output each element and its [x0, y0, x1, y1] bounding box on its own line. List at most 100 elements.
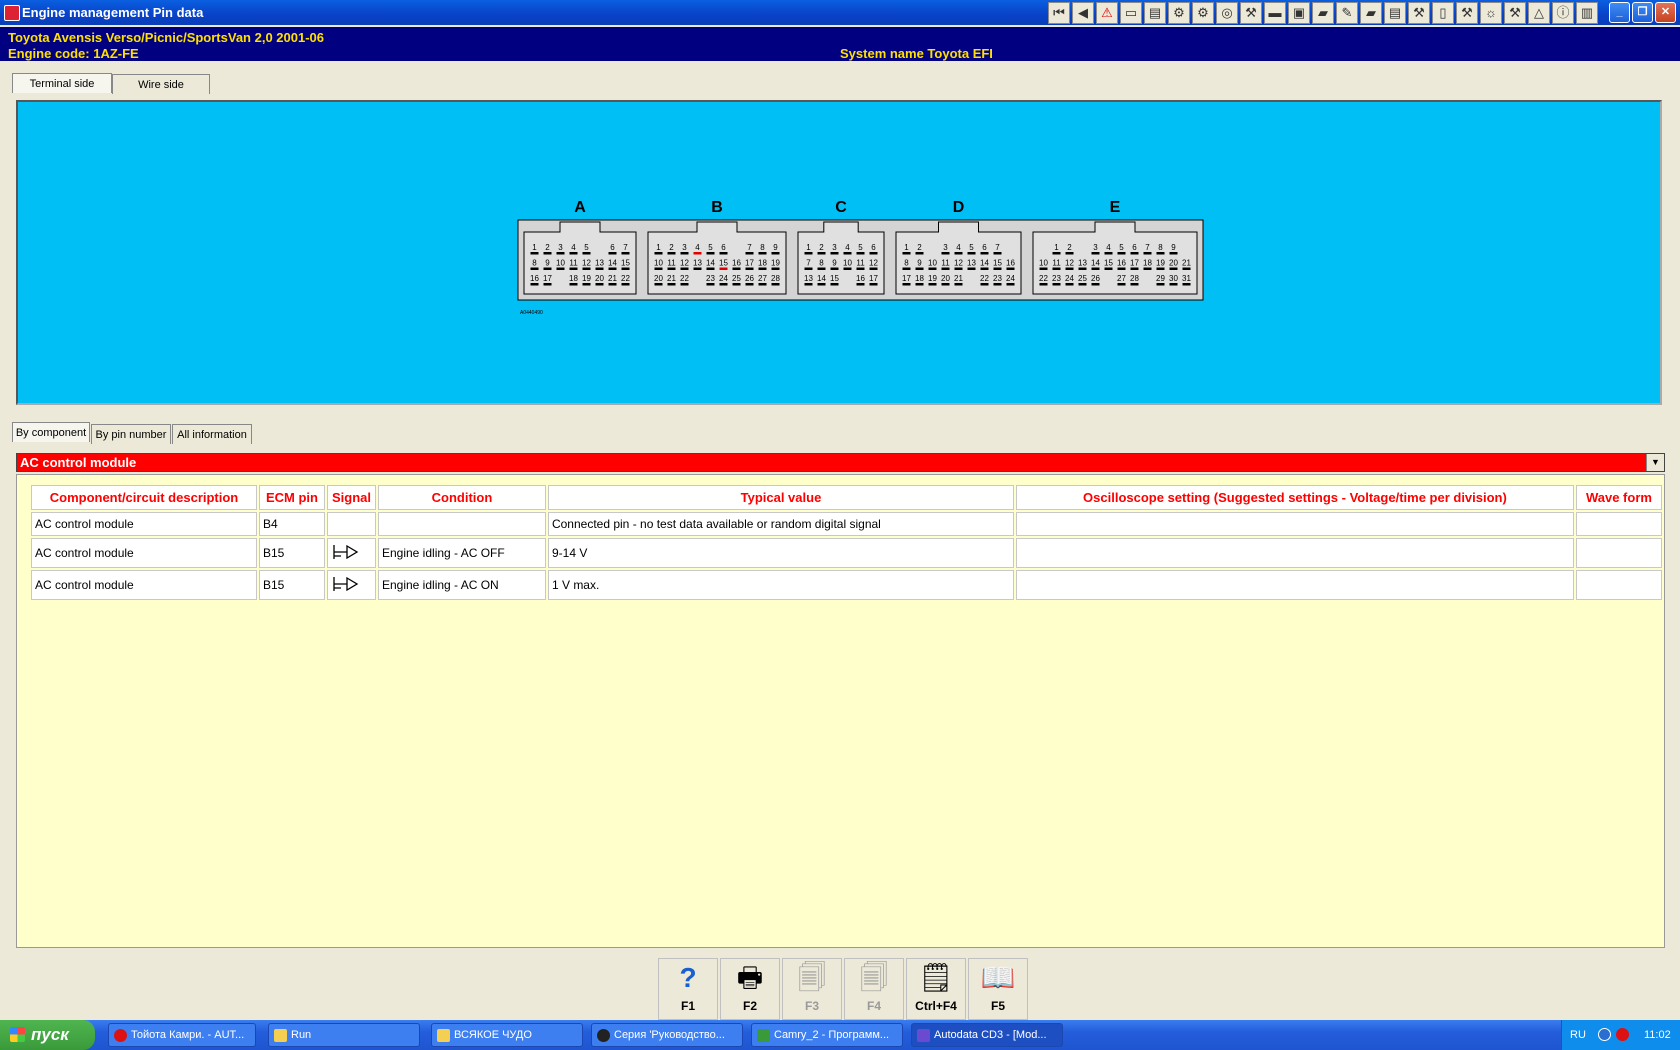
task-opera[interactable]: Тойота Камри. - AUT...	[108, 1023, 256, 1047]
pin[interactable]	[654, 283, 663, 286]
chevron-down-icon[interactable]: ▼	[1646, 454, 1664, 471]
pin[interactable]	[745, 267, 754, 271]
pin[interactable]	[1169, 252, 1178, 255]
fuse-icon[interactable]: ▯	[1432, 2, 1454, 24]
pin[interactable]	[771, 252, 780, 255]
pin[interactable]	[1169, 267, 1178, 271]
pin[interactable]	[654, 267, 663, 271]
pin[interactable]	[967, 252, 976, 255]
pin[interactable]	[915, 252, 924, 255]
tab-by-component[interactable]: By component	[12, 422, 90, 442]
pin[interactable]	[667, 267, 676, 271]
task-folder[interactable]: ВСЯКОЕ ЧУДО	[431, 1023, 583, 1047]
minimize-button[interactable]: _	[1609, 2, 1630, 23]
pin[interactable]	[582, 283, 591, 286]
car-icon[interactable]: ▰	[1360, 2, 1382, 24]
pin[interactable]	[1169, 283, 1178, 286]
close-button[interactable]: ✕	[1655, 2, 1676, 23]
pin[interactable]	[817, 283, 826, 286]
pin[interactable]	[680, 283, 689, 286]
tab-terminal-side[interactable]: Terminal side	[12, 73, 112, 93]
pin[interactable]	[680, 267, 689, 271]
pin[interactable]	[543, 252, 552, 255]
lamp-icon[interactable]: ☼	[1480, 2, 1502, 24]
pin[interactable]	[1143, 267, 1152, 271]
pin[interactable]	[856, 252, 865, 255]
car-icon[interactable]: ▰	[1312, 2, 1334, 24]
pin[interactable]	[582, 267, 591, 271]
pin[interactable]	[915, 267, 924, 271]
task-djvu[interactable]: Серия 'Руководство...	[591, 1023, 743, 1047]
info-icon[interactable]: ⓘ	[1552, 2, 1574, 24]
opera-tray-icon[interactable]	[1616, 1028, 1629, 1041]
pin[interactable]	[556, 252, 565, 255]
pin[interactable]	[621, 252, 630, 255]
pin[interactable]	[706, 267, 715, 271]
pin[interactable]	[804, 267, 813, 271]
document-icon[interactable]: ▤	[1384, 2, 1406, 24]
pin[interactable]	[543, 283, 552, 286]
pin[interactable]	[654, 252, 663, 255]
save-icon[interactable]: ▣	[1288, 2, 1310, 24]
pin[interactable]	[582, 252, 591, 255]
tool-icon[interactable]: ⚒	[1456, 2, 1478, 24]
pin[interactable]	[954, 252, 963, 255]
pin[interactable]	[1117, 267, 1126, 271]
triangle-icon[interactable]: △	[1528, 2, 1550, 24]
pin[interactable]	[608, 283, 617, 286]
task-image-viewer[interactable]: Camry_2 - Программ...	[751, 1023, 903, 1047]
pin[interactable]	[1052, 252, 1061, 255]
chart-icon[interactable]: ▤	[1144, 2, 1166, 24]
pin[interactable]	[1039, 283, 1048, 286]
pin[interactable]	[830, 283, 839, 286]
pin[interactable]	[980, 283, 989, 286]
pin[interactable]	[667, 283, 676, 286]
pin[interactable]	[869, 283, 878, 286]
pin[interactable]	[543, 267, 552, 271]
table-row[interactable]: AC control module B15 Engine idling - AC…	[31, 538, 1662, 568]
pin[interactable]	[719, 283, 728, 286]
tool-icon[interactable]: ⚒	[1504, 2, 1526, 24]
pin[interactable]	[993, 267, 1002, 271]
pin[interactable]	[1091, 252, 1100, 255]
pin[interactable]	[569, 252, 578, 255]
pin[interactable]	[693, 267, 702, 271]
pin[interactable]	[941, 283, 950, 286]
pin[interactable]	[530, 252, 539, 255]
pin[interactable]	[1091, 283, 1100, 286]
pin[interactable]	[771, 283, 780, 286]
pin[interactable]	[556, 267, 565, 271]
pin[interactable]	[1130, 267, 1139, 271]
pin[interactable]	[595, 267, 604, 271]
pin[interactable]	[843, 252, 852, 255]
tool-icon[interactable]: ⚒	[1408, 2, 1430, 24]
pin[interactable]	[1065, 252, 1074, 255]
notes-button[interactable]: 🗒 Ctrl+F4	[906, 958, 966, 1020]
pin[interactable]	[758, 267, 767, 271]
pin[interactable]	[1104, 252, 1113, 255]
pin[interactable]	[1052, 283, 1061, 286]
pin[interactable]	[856, 267, 865, 271]
pin[interactable]	[804, 252, 813, 255]
pin[interactable]	[1006, 283, 1015, 286]
tab-by-pin-number[interactable]: By pin number	[91, 424, 171, 444]
pin[interactable]	[530, 283, 539, 286]
pin[interactable]	[1104, 267, 1113, 271]
first-icon[interactable]: ⏮	[1048, 2, 1070, 24]
warning-icon[interactable]: ⚠	[1096, 2, 1118, 24]
pin[interactable]	[1117, 283, 1126, 286]
pin[interactable]	[804, 283, 813, 286]
pin[interactable]	[1130, 283, 1139, 286]
pin[interactable]	[915, 283, 924, 286]
pin[interactable]	[706, 283, 715, 286]
pin[interactable]	[608, 252, 617, 255]
pin[interactable]	[1065, 283, 1074, 286]
pin[interactable]	[980, 252, 989, 255]
pin[interactable]	[941, 252, 950, 255]
pin[interactable]	[758, 252, 767, 255]
pin[interactable]	[830, 267, 839, 271]
pin[interactable]	[745, 283, 754, 286]
pin[interactable]	[569, 267, 578, 271]
pin[interactable]	[1182, 267, 1191, 271]
pin[interactable]	[745, 252, 754, 255]
